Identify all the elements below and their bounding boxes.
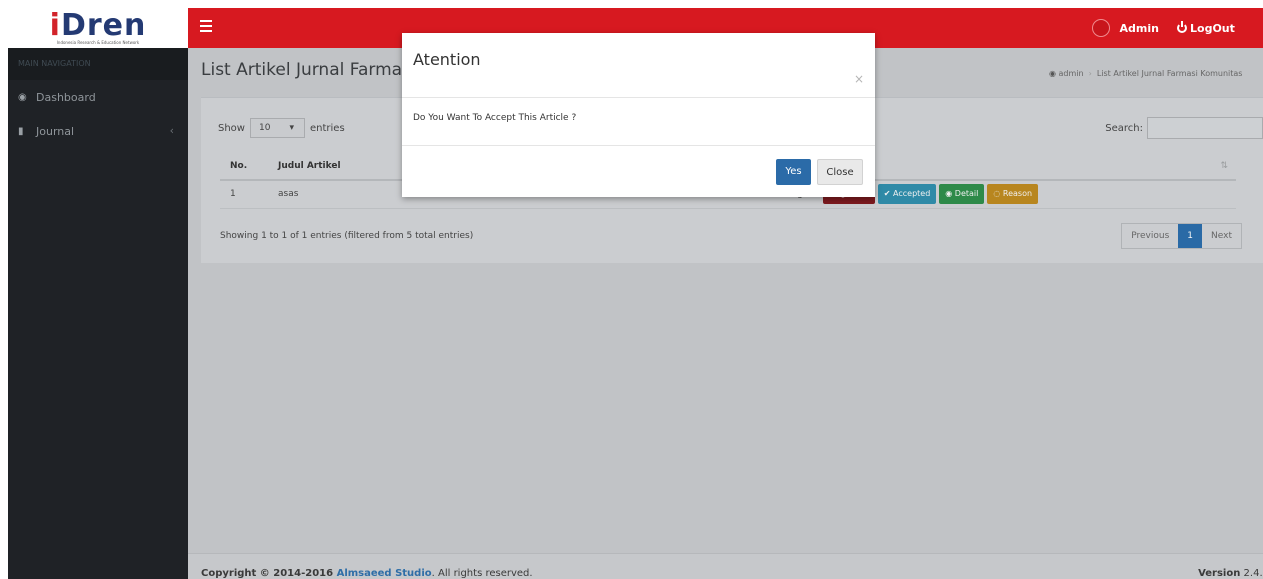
modal-title: Atention xyxy=(413,50,481,69)
sidebar-item-label: Journal xyxy=(36,124,75,138)
yes-button[interactable]: Yes xyxy=(776,159,811,185)
table-search: Search: xyxy=(1105,117,1263,139)
sidebar-item-dashboard[interactable]: ◉ Dashboard xyxy=(8,80,188,114)
breadcrumb: ◉ admin › List Artikel Jurnal Farmasi Komu… xyxy=(1049,69,1243,78)
row-title: asas xyxy=(268,180,413,209)
dashboard-icon: ◉ xyxy=(18,91,27,103)
column-header-title[interactable]: Judul Artikel xyxy=(268,152,413,181)
copyright-suffix: . All rights reserved. xyxy=(431,568,533,579)
table-info: Showing 1 to 1 of 1 entries (filtered fr… xyxy=(220,231,474,241)
pagination: Previous 1 Next xyxy=(1121,223,1242,249)
entries-length-control: Show 10 entries xyxy=(218,118,345,138)
page-1-button[interactable]: 1 xyxy=(1178,224,1203,248)
sidebar-toggle-icon[interactable] xyxy=(200,20,212,32)
modal-header: Atention × xyxy=(402,33,875,98)
version-text: Version 2.4.0 xyxy=(1198,568,1263,579)
close-icon[interactable]: × xyxy=(854,72,864,86)
version-label: Version xyxy=(1198,568,1241,579)
show-label: Show xyxy=(218,122,245,134)
search-input[interactable] xyxy=(1147,117,1263,139)
studio-link[interactable]: Almsaeed Studio xyxy=(337,568,432,579)
copyright-prefix: Copyright © 2014-2016 xyxy=(201,568,334,579)
sidebar-header: MAIN NAVIGATION xyxy=(8,48,188,80)
breadcrumb-home[interactable]: admin xyxy=(1059,69,1084,78)
close-button[interactable]: Close xyxy=(817,159,863,185)
user-menu[interactable]: Admin xyxy=(1091,8,1159,48)
accepted-button[interactable]: ✔ Accepted xyxy=(877,184,937,205)
book-icon: ▮ xyxy=(18,125,24,137)
previous-page-button[interactable]: Previous xyxy=(1122,224,1178,248)
version-value: 2.4.0 xyxy=(1243,568,1263,579)
confirm-modal: Atention × Do You Want To Accept This Ar… xyxy=(402,33,875,197)
sort-icon[interactable]: ⇅ xyxy=(1210,152,1236,181)
idren-logo: iDren Indonesia Research & Education Net… xyxy=(50,10,147,45)
power-icon xyxy=(1177,21,1187,33)
row-cell xyxy=(1210,180,1236,209)
logo-area[interactable]: iDren Indonesia Research & Education Net… xyxy=(8,8,188,48)
sidebar-item-journal[interactable]: ▮ Journal ‹ xyxy=(8,114,188,148)
column-header-no[interactable]: No. xyxy=(220,152,268,181)
copyright-text: Copyright © 2014-2016 Almsaeed Studio. A… xyxy=(201,568,533,579)
sidebar-item-label: Dashboard xyxy=(36,90,96,104)
logo-i: i xyxy=(49,7,61,43)
entries-select[interactable]: 10 xyxy=(249,118,305,138)
dashboard-icon: ◉ xyxy=(1049,69,1056,78)
breadcrumb-current: List Artikel Jurnal Farmasi Komunitas xyxy=(1096,69,1243,78)
modal-body: Do You Want To Accept This Article ? xyxy=(402,98,875,146)
user-name: Admin xyxy=(1119,21,1159,35)
logout-label: LogOut xyxy=(1190,21,1235,35)
logo-tagline: Indonesia Research & Education Network xyxy=(56,39,140,45)
detail-button[interactable]: ◉ Detail xyxy=(939,184,985,205)
logo-word: Dren xyxy=(60,7,147,43)
chevron-left-icon: ‹ xyxy=(169,124,174,137)
sidebar: MAIN NAVIGATION ◉ Dashboard ▮ Journal ‹ xyxy=(8,48,188,579)
logout-button[interactable]: LogOut xyxy=(1177,8,1263,48)
avatar xyxy=(1091,19,1110,37)
app-frame: iDren Indonesia Research & Education Net… xyxy=(0,0,1263,579)
modal-footer: Yes Close xyxy=(402,146,875,196)
page-footer: Copyright © 2014-2016 Almsaeed Studio. A… xyxy=(188,553,1263,579)
search-label: Search: xyxy=(1105,122,1143,134)
reason-button[interactable]: ◌ Reason xyxy=(987,184,1039,205)
entries-label: entries xyxy=(309,122,345,134)
next-page-button[interactable]: Next xyxy=(1202,224,1241,248)
row-number: 1 xyxy=(220,180,268,209)
modal-message: Do You Want To Accept This Article ? xyxy=(413,113,577,123)
